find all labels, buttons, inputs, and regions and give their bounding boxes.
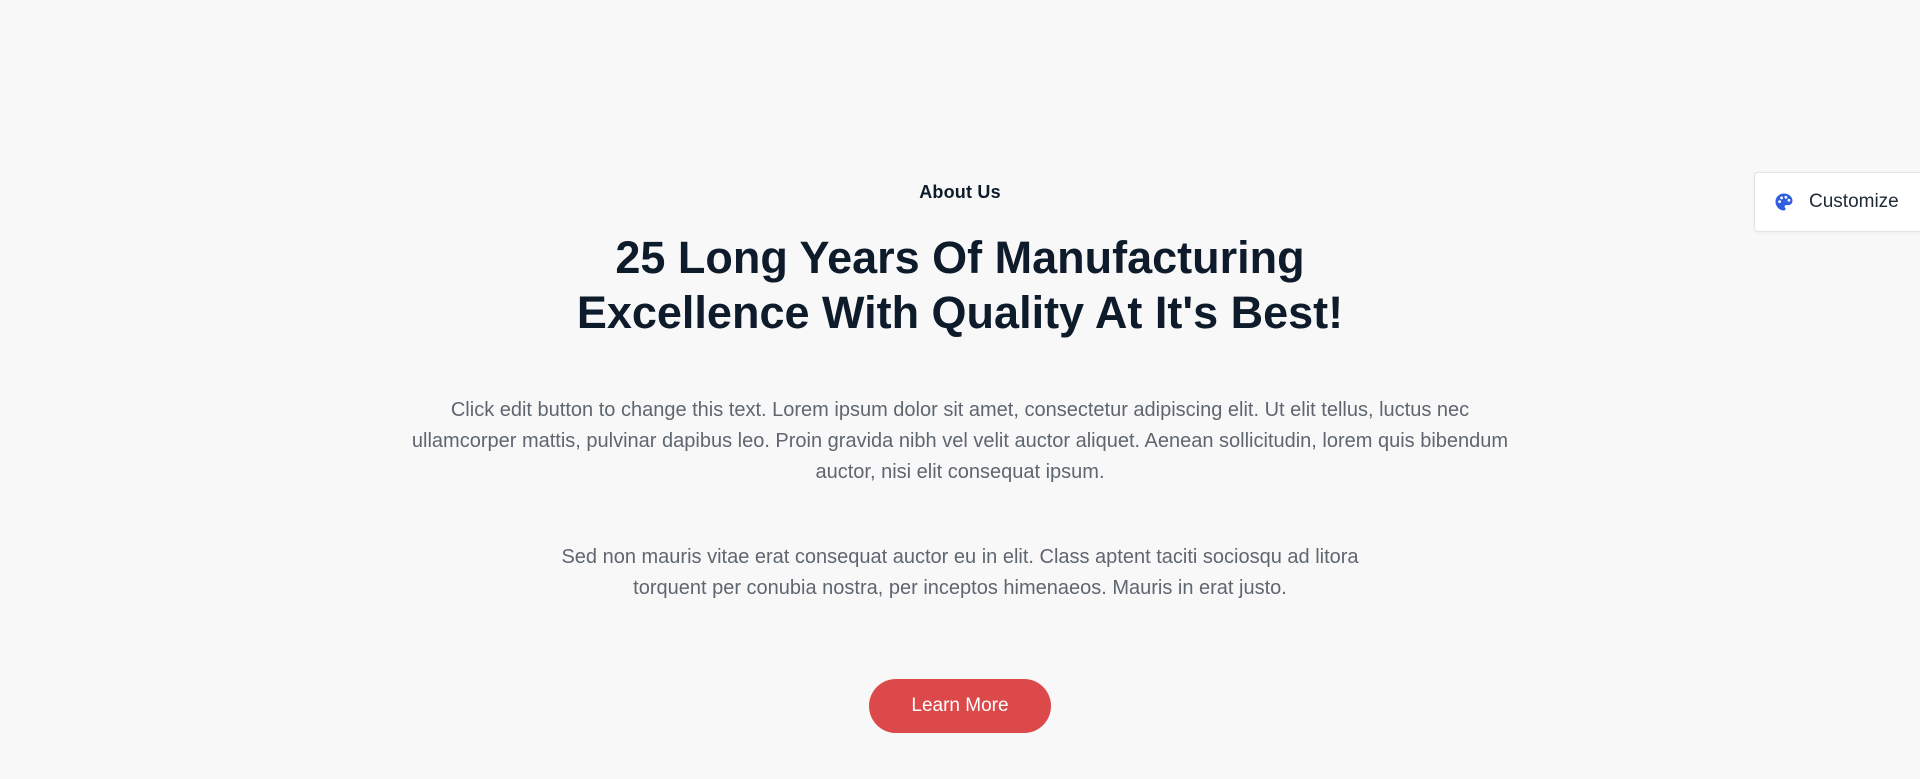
- section-eyebrow: About Us: [919, 182, 1001, 202]
- about-paragraph-1: Click edit button to change this text. L…: [411, 399, 1509, 483]
- about-paragraph-2: Sed non mauris vitae erat consequat auct…: [561, 546, 1359, 599]
- palette-icon: [1773, 191, 1795, 213]
- about-section: About Us 25 Long Years Of Manufacturing …: [0, 0, 1920, 779]
- customize-button[interactable]: Customize: [1754, 172, 1920, 232]
- section-headline: 25 Long Years Of Manufacturing Excellenc…: [460, 230, 1460, 340]
- customize-label: Customize: [1809, 191, 1899, 212]
- learn-more-button[interactable]: Learn More: [869, 679, 1051, 733]
- headline-line-1: 25 Long Years Of Manufacturing: [615, 232, 1305, 283]
- headline-line-2: Excellence With Quality At It's Best!: [576, 287, 1344, 338]
- about-paragraph-1-wrapper: Click edit button to change this text. L…: [0, 395, 1920, 488]
- page: About Us 25 Long Years Of Manufacturing …: [0, 0, 1920, 779]
- about-paragraph-2-wrapper: Sed non mauris vitae erat consequat auct…: [0, 542, 1920, 604]
